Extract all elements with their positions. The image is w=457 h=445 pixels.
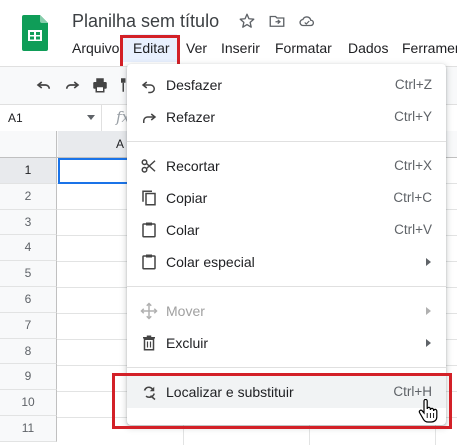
menu-item-desfazer[interactable]: Desfazer Ctrl+Z	[127, 69, 446, 101]
chevron-down-icon	[87, 115, 95, 120]
redo-icon	[140, 108, 158, 126]
row-header[interactable]: 8	[0, 338, 57, 365]
menu-item-mover: Mover	[127, 295, 446, 327]
menu-item-shortcut: Ctrl+C	[393, 190, 432, 205]
menu-item-shortcut: Ctrl+H	[393, 384, 432, 399]
menu-item-label: Recortar	[166, 158, 220, 174]
menu-item-recortar[interactable]: Recortar Ctrl+X	[127, 150, 446, 182]
menu-item-label: Mover	[166, 303, 205, 319]
menu-item-excluir[interactable]: Excluir	[127, 327, 446, 359]
menu-formatar[interactable]: Formatar	[275, 40, 332, 56]
hand-pointer-cursor-icon	[418, 398, 438, 423]
menu-item-refazer[interactable]: Refazer Ctrl+Y	[127, 101, 446, 133]
row-header[interactable]: 2	[0, 183, 57, 210]
print-icon[interactable]	[91, 76, 109, 94]
column-header-a-label: A	[116, 137, 125, 151]
name-box-value: A1	[8, 111, 23, 125]
paste-special-icon	[140, 253, 158, 271]
copy-icon	[140, 189, 158, 207]
sheets-logo[interactable]	[22, 15, 48, 51]
menu-item-colar[interactable]: Colar Ctrl+V	[127, 214, 446, 246]
menu-item-shortcut: Ctrl+Y	[394, 109, 432, 124]
menu-item-label: Refazer	[166, 109, 216, 125]
row-header[interactable]: 10	[0, 390, 57, 416]
row-header[interactable]: 6	[0, 286, 57, 313]
submenu-arrow-icon	[426, 258, 431, 266]
edit-menu-dropdown: Desfazer Ctrl+Z Refazer Ctrl+Y Recortar …	[127, 64, 446, 425]
menu-item-colar-especial[interactable]: Colar especial	[127, 246, 446, 278]
move-to-folder-icon[interactable]	[268, 12, 286, 30]
row-header[interactable]: 1	[0, 158, 57, 184]
menu-divider	[127, 367, 446, 368]
cut-icon	[140, 157, 158, 175]
menu-item-label: Excluir	[166, 335, 209, 351]
undo-icon[interactable]	[35, 76, 53, 94]
delete-icon	[140, 334, 158, 352]
select-all-corner[interactable]	[0, 131, 57, 157]
menu-item-label: Localizar e substituir	[166, 384, 294, 400]
find-replace-icon	[140, 383, 158, 401]
row-header[interactable]: 5	[0, 261, 57, 287]
row-headers: 1 2 3 4 5 6 7 8 9 10 11	[0, 158, 57, 442]
menu-ver[interactable]: Ver	[186, 40, 207, 56]
menu-item-label: Colar	[166, 222, 200, 238]
menu-dados[interactable]: Dados	[348, 40, 388, 56]
row-header[interactable]: 3	[0, 209, 57, 236]
submenu-arrow-icon	[426, 339, 431, 347]
menu-item-label: Desfazer	[166, 77, 223, 93]
menu-divider	[127, 141, 446, 142]
row-header[interactable]: 9	[0, 364, 57, 391]
menu-editar-label: Editar	[133, 40, 170, 56]
row-header[interactable]: 7	[0, 312, 57, 339]
menu-item-label: Copiar	[166, 190, 208, 206]
menu-inserir[interactable]: Inserir	[221, 40, 260, 56]
star-icon[interactable]	[238, 12, 256, 30]
document-title[interactable]: Planilha sem título	[72, 11, 219, 32]
move-icon	[140, 302, 158, 320]
menu-arquivo[interactable]: Arquivo	[72, 40, 119, 56]
menu-item-shortcut: Ctrl+Z	[394, 77, 432, 92]
menu-divider	[127, 286, 446, 287]
cloud-status-icon[interactable]	[298, 12, 316, 30]
undo-icon	[140, 76, 158, 94]
menu-editar[interactable]: Editar	[123, 34, 177, 62]
paste-icon	[140, 221, 158, 239]
menu-item-shortcut: Ctrl+V	[394, 222, 432, 237]
submenu-arrow-icon	[426, 307, 431, 315]
menu-item-label: Colar especial	[166, 254, 255, 270]
menu-item-copiar[interactable]: Copiar Ctrl+C	[127, 182, 446, 214]
row-header[interactable]: 4	[0, 235, 57, 262]
name-box[interactable]: A1	[0, 105, 102, 131]
menu-item-shortcut: Ctrl+X	[394, 158, 432, 173]
menu-item-localizar-substituir[interactable]: Localizar e substituir Ctrl+H	[127, 376, 446, 408]
menu-ferramentas[interactable]: Ferramen	[402, 40, 457, 56]
redo-icon[interactable]	[63, 76, 81, 94]
row-header[interactable]: 11	[0, 415, 57, 442]
